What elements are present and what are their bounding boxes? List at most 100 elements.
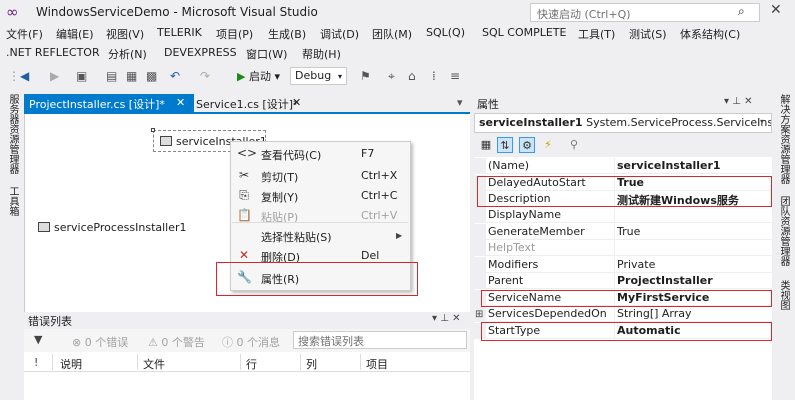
attach-icon[interactable]: ⚑: [360, 68, 371, 84]
menu-help[interactable]: 帮助(H): [302, 46, 341, 62]
error-list-search-input[interactable]: 搜索错误列表: [293, 331, 467, 349]
property-pages-icon[interactable]: ⚲: [566, 137, 582, 153]
property-value[interactable]: serviceInstaller1: [617, 159, 721, 172]
component-label: serviceProcessInstaller1: [54, 221, 187, 234]
property-row[interactable]: Parent ProjectInstaller: [474, 273, 772, 289]
start-debugging-button[interactable]: ▶ 启动 ▾: [237, 68, 280, 84]
property-value[interactable]: ProjectInstaller: [617, 274, 713, 287]
menu-bar-row-2: .NET REFLECTOR 分析(N) DEVEXPRESS 窗口(W) 帮助…: [0, 44, 795, 63]
solution-explorer-tab[interactable]: 解决方案资源管理器: [776, 94, 791, 184]
properties-title: 属性: [477, 98, 499, 111]
quick-launch-input[interactable]: 快速启动 (Ctrl+Q): [530, 3, 760, 22]
menu-telerik[interactable]: TELERIK: [157, 26, 202, 39]
properties-view-icon[interactable]: ⚙: [519, 137, 535, 153]
code-icon: <>: [237, 146, 258, 160]
class-view-tab[interactable]: 类视图: [776, 280, 791, 310]
menu-view[interactable]: 视图(V): [106, 26, 144, 42]
property-row[interactable]: (Name) serviceInstaller1: [474, 158, 772, 174]
selected-object-type: System.ServiceProcess.ServiceInstalle: [586, 116, 772, 129]
delete-icon: ✕: [238, 248, 250, 262]
bookmark-icon[interactable]: ⌂: [408, 68, 416, 84]
column-header-project[interactable]: 项目: [366, 356, 388, 372]
object-selector[interactable]: serviceInstaller1 System.ServiceProcess.…: [474, 113, 772, 133]
menu-build[interactable]: 生成(B): [268, 26, 306, 42]
property-row[interactable]: ServicesDependedOn String[] Array: [474, 306, 772, 322]
highlight-box-start-type: [481, 322, 772, 341]
find-icon[interactable]: ⌖: [388, 68, 395, 84]
comment-icon[interactable]: ⁞: [432, 68, 436, 84]
highlight-box-properties-menu: [216, 262, 418, 296]
property-name: ServicesDependedOn: [488, 307, 607, 320]
categorized-icon[interactable]: ▦: [478, 137, 494, 153]
expand-icon[interactable]: ⊞: [475, 309, 483, 320]
service-process-installer-component[interactable]: serviceProcessInstaller1: [38, 221, 187, 234]
menu-tools[interactable]: 工具(T): [578, 26, 615, 42]
save-icon[interactable]: ▦: [126, 68, 137, 84]
undo-icon[interactable]: ↶: [170, 68, 180, 84]
pin-icon[interactable]: ▾ ⊥ ✕: [724, 96, 752, 107]
property-value[interactable]: True: [617, 225, 640, 238]
warnings-filter[interactable]: ⚠ 0 个警告: [148, 334, 205, 350]
tab-projectinstaller-design[interactable]: ProjectInstaller.cs [设计]*: [24, 94, 194, 112]
solution-configuration-select[interactable]: Debug ▾: [290, 67, 347, 85]
team-explorer-tab[interactable]: 团队资源管理器: [776, 196, 791, 266]
property-row[interactable]: DisplayName: [474, 207, 772, 223]
close-tab-icon[interactable]: ✕: [292, 96, 301, 109]
menu-sql[interactable]: SQL(Q): [426, 26, 465, 39]
errors-filter[interactable]: ⊗ 0 个错误: [72, 334, 128, 350]
menu-team[interactable]: 团队(M): [372, 26, 412, 42]
column-header-file[interactable]: 文件: [143, 356, 165, 372]
open-file-icon[interactable]: ▤: [106, 68, 117, 84]
tab-overflow-chevron-icon[interactable]: ▾: [457, 96, 463, 109]
alphabetical-icon[interactable]: ⇅: [497, 137, 513, 153]
toolbox-tab[interactable]: 工具箱: [5, 186, 20, 216]
back-icon[interactable]: ◀: [20, 68, 29, 84]
menu-sql-complete[interactable]: SQL COMPLETE: [482, 26, 566, 39]
menu-net-reflector[interactable]: .NET REFLECTOR: [6, 46, 100, 59]
forward-icon[interactable]: ▶: [50, 68, 59, 84]
menu-item-paste[interactable]: 📋 粘贴(P) Ctrl+V: [231, 206, 410, 226]
search-icon[interactable]: ⌕: [738, 4, 745, 19]
menu-test[interactable]: 测试(S): [629, 26, 667, 42]
selection-handle[interactable]: [151, 128, 155, 132]
menu-item-paste-special[interactable]: 选择性粘贴(S): [231, 226, 410, 246]
tab-service1-design[interactable]: Service1.cs [设计]*: [196, 96, 299, 112]
column-header-column[interactable]: 列: [306, 356, 317, 372]
events-icon[interactable]: ⚡: [540, 137, 556, 153]
server-explorer-tab[interactable]: 服务器资源管理器: [5, 94, 20, 174]
chevron-down-icon[interactable]: ▾: [760, 117, 764, 126]
property-row[interactable]: Modifiers Private: [474, 257, 772, 273]
close-window-button[interactable]: ✕: [770, 2, 782, 18]
property-row[interactable]: HelpText: [474, 240, 772, 256]
column-header-line[interactable]: 行: [246, 356, 257, 372]
property-name: Modifiers: [488, 258, 539, 271]
menu-project[interactable]: 项目(P): [216, 26, 253, 42]
property-name: (Name): [488, 159, 530, 172]
severity-column-icon[interactable]: !: [34, 356, 38, 369]
column-header-description[interactable]: 说明: [60, 356, 82, 372]
menu-item-view-code[interactable]: <> 查看代码(C) F7: [231, 144, 410, 164]
redo-icon[interactable]: ↷: [200, 68, 210, 84]
menu-architecture[interactable]: 体系结构(C): [680, 26, 740, 42]
indent-icon[interactable]: ≡: [450, 68, 460, 84]
messages-filter[interactable]: ⓘ 0 个消息: [222, 334, 280, 350]
shortcut-label: Del: [361, 249, 380, 262]
property-value[interactable]: String[] Array: [617, 307, 692, 320]
menu-item-cut[interactable]: ✂ 剪切(T) Ctrl+X: [231, 166, 410, 186]
menu-edit[interactable]: 编辑(E): [56, 26, 94, 42]
menu-devexpress[interactable]: DEVEXPRESS: [164, 46, 237, 59]
pin-icon[interactable]: ▾ ⊥ ✕: [432, 313, 460, 324]
menu-item-copy[interactable]: ⎘ 复制(Y) Ctrl+C: [231, 186, 410, 206]
property-row[interactable]: GenerateMember True: [474, 224, 772, 240]
new-project-icon[interactable]: ▣: [76, 68, 87, 84]
save-all-icon[interactable]: ▩: [146, 68, 157, 84]
property-value[interactable]: Private: [617, 258, 655, 271]
menu-debug[interactable]: 调试(D): [320, 26, 359, 42]
menu-window[interactable]: 窗口(W): [246, 46, 287, 62]
error-icon: ⊗: [72, 336, 82, 349]
menu-analyze[interactable]: 分析(N): [108, 46, 147, 62]
close-tab-icon[interactable]: ✕: [176, 96, 185, 109]
filter-icon[interactable]: ▼: [34, 333, 42, 346]
property-name: Parent: [488, 274, 524, 287]
menu-file[interactable]: 文件(F): [6, 26, 43, 42]
